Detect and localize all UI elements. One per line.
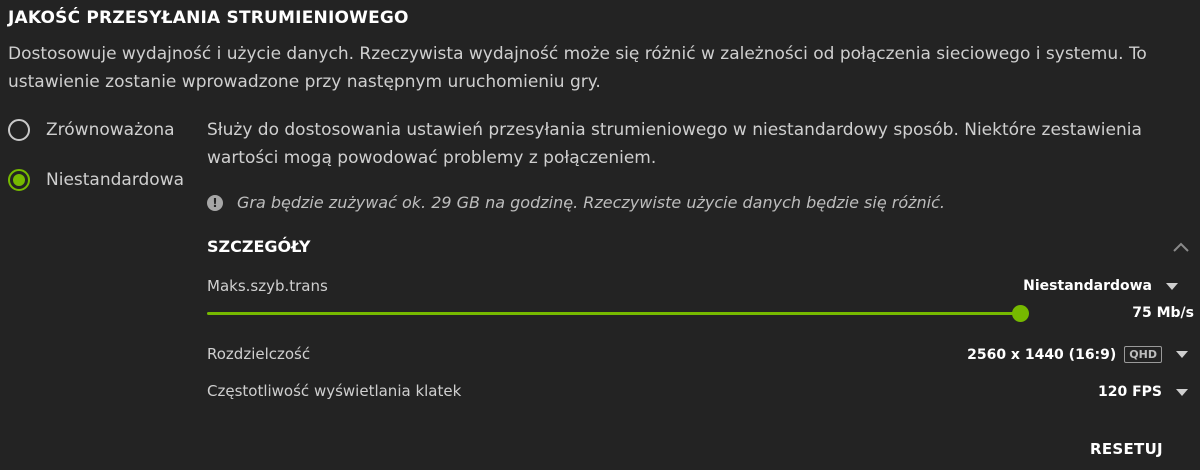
bitrate-mode-value: Niestandardowa <box>1023 278 1152 294</box>
framerate-value: 120 FPS <box>1097 384 1162 400</box>
warning-text: Gra będzie zużywać ok. 29 GB na godzinę.… <box>237 193 945 212</box>
radio-circle-checked[interactable] <box>8 169 30 191</box>
caret-down-icon <box>1166 282 1178 290</box>
data-usage-warning: ! Gra będzie zużywać ok. 29 GB na godzin… <box>207 193 945 212</box>
details-title: SZCZEGÓŁY <box>207 237 311 256</box>
chevron-up-icon[interactable] <box>1172 240 1190 254</box>
streaming-quality-panel: JAKOŚĆ PRZESYŁANIA STRUMIENIOWEGO Dostos… <box>0 0 1200 470</box>
bitrate-slider-handle[interactable] <box>1012 305 1029 322</box>
radio-selected-dot <box>13 174 25 186</box>
framerate-label: Częstotliwość wyświetlania klatek <box>207 382 462 400</box>
radio-label: Niestandardowa <box>46 170 185 190</box>
radio-option-custom[interactable]: Niestandardowa <box>8 167 184 193</box>
exclamation-circle-icon: ! <box>207 194 223 211</box>
reset-button[interactable]: RESETUJ <box>1090 440 1163 458</box>
framerate-dropdown[interactable]: 120 FPS <box>1098 384 1188 400</box>
section-title: JAKOŚĆ PRZESYŁANIA STRUMIENIOWEGO <box>8 8 409 28</box>
resolution-label: Rozdzielczość <box>207 345 311 363</box>
radio-circle[interactable] <box>8 119 30 141</box>
bitrate-value: 75 Mb/s <box>1132 305 1194 321</box>
resolution-dropdown[interactable]: 2560 x 1440 (16:9) QHD <box>967 346 1188 363</box>
resolution-value: 2560 x 1440 (16:9) <box>967 346 1117 363</box>
bitrate-label: Maks.szyb.trans <box>207 277 328 295</box>
caret-down-icon <box>1176 351 1188 358</box>
bitrate-mode-dropdown[interactable]: Niestandardowa <box>1023 278 1178 294</box>
radio-label: Zrównoważona <box>46 120 175 140</box>
custom-description: Służy do dostosowania ustawień przesyłan… <box>207 120 1142 168</box>
section-description: Dostosowuje wydajność i użycie danych. R… <box>8 44 1147 92</box>
qhd-badge: QHD <box>1124 346 1162 363</box>
bitrate-slider-track[interactable] <box>207 312 1021 315</box>
caret-down-icon <box>1176 388 1188 396</box>
radio-option-balanced[interactable]: Zrównoważona <box>8 117 175 143</box>
